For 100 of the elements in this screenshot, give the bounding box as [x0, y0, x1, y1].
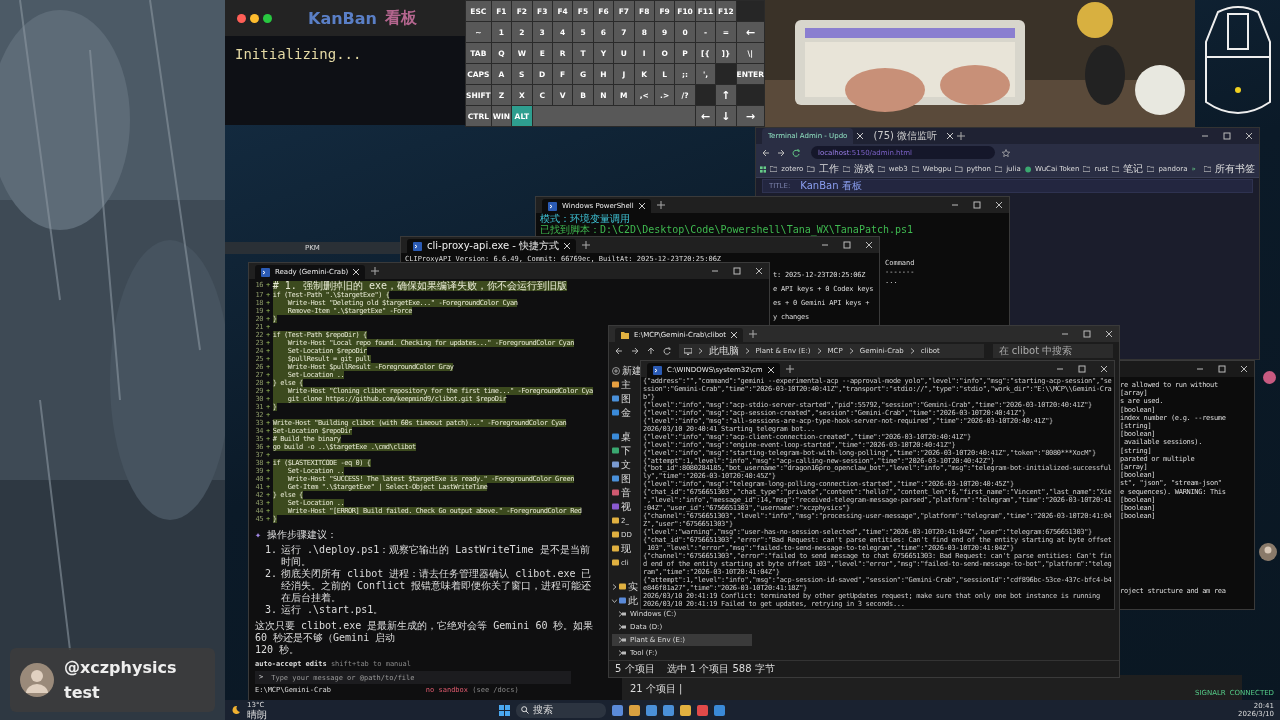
taskbar-search[interactable]: 搜索 [516, 702, 606, 718]
key[interactable]: ↓ [716, 106, 736, 126]
maximize-icon[interactable] [1078, 365, 1086, 373]
sidebar-item[interactable]: 下 [621, 443, 631, 458]
up-icon[interactable] [646, 347, 655, 355]
close-icon[interactable] [731, 332, 738, 338]
sidebar-item[interactable]: 此 [628, 593, 638, 608]
close-icon[interactable] [865, 241, 873, 249]
window-title: 看板 [384, 7, 417, 29]
sidebar-item[interactable]: 视 [621, 499, 631, 514]
sidebar-item[interactable]: 图 [621, 391, 631, 406]
minimize-icon[interactable] [951, 201, 959, 209]
music-icon [612, 489, 619, 496]
app-icon[interactable] [663, 704, 674, 716]
sidebar-item[interactable]: 主 [621, 377, 631, 392]
minimize-icon[interactable] [711, 267, 719, 275]
minimize-icon[interactable] [1196, 365, 1204, 373]
reload-icon[interactable] [662, 347, 671, 355]
desktop-icon [612, 433, 619, 440]
blank-key [695, 85, 716, 105]
new-tab-icon[interactable] [371, 267, 380, 275]
expand-icon[interactable] [612, 583, 617, 590]
sidebar-item[interactable]: 实 [628, 579, 638, 594]
close-icon[interactable] [857, 133, 864, 139]
app-icon[interactable] [612, 704, 623, 716]
minimize-icon[interactable] [1056, 365, 1064, 373]
new-tab-icon[interactable] [785, 365, 794, 373]
sidebar-item[interactable]: 现 [621, 541, 631, 556]
back-icon[interactable] [762, 148, 770, 157]
key[interactable]: → [736, 106, 764, 126]
new-tab-icon[interactable] [582, 241, 591, 249]
folder-icon [911, 166, 919, 172]
close-dot[interactable] [237, 13, 246, 23]
minimize-icon[interactable] [1061, 330, 1069, 338]
avatar-icon[interactable] [1259, 543, 1277, 561]
bookmark[interactable]: 所有书签 [1215, 162, 1255, 176]
close-icon[interactable] [353, 269, 360, 275]
close-icon[interactable] [564, 243, 571, 249]
terminal-icon [413, 241, 422, 251]
app-icon[interactable] [629, 704, 640, 716]
browser-tab[interactable]: (75) 微信监听 [867, 128, 944, 144]
search-field[interactable]: 在 clibot 中搜索 [992, 344, 1113, 358]
close-icon[interactable] [767, 367, 774, 373]
breadcrumb-item[interactable]: 此电脑 [708, 344, 739, 358]
reload-icon[interactable] [792, 148, 800, 157]
maximize-icon[interactable] [733, 267, 741, 275]
status-text: 5 个项目 [615, 662, 655, 676]
forward-icon[interactable] [630, 347, 639, 355]
globe-icon [1024, 165, 1031, 173]
maximize-icon[interactable] [1223, 132, 1231, 140]
close-icon[interactable] [1240, 365, 1248, 373]
bookmark[interactable]: 工作 [818, 162, 839, 176]
expand-icon[interactable] [611, 598, 618, 603]
bookmark[interactable]: 游戏 [853, 162, 874, 176]
maximize-icon[interactable] [1083, 330, 1091, 338]
forward-icon[interactable] [777, 148, 785, 157]
close-icon[interactable] [1100, 365, 1108, 373]
close-icon[interactable] [755, 267, 763, 275]
minimize-icon[interactable] [1201, 132, 1209, 140]
sidebar-item[interactable]: 桌 [621, 429, 631, 444]
sidebar-item[interactable]: 文 [621, 457, 631, 472]
app-icon[interactable] [1263, 371, 1276, 384]
new-tab-icon[interactable] [656, 201, 665, 209]
close-icon[interactable] [638, 203, 645, 209]
start-icon[interactable] [499, 704, 510, 716]
app-icon[interactable] [697, 704, 708, 716]
key[interactable]: ← [736, 22, 764, 42]
app-icon[interactable] [714, 704, 725, 716]
close-icon[interactable] [995, 201, 1003, 209]
paragraph-line: 这次只要 clibot.exe 是最新生成的，它绝对会等 Gemini 60 秒。如果 60 秒还是不够（Gemini 启动 [255, 620, 595, 644]
terminal-line: 模式：环境变量调用 [539, 213, 631, 224]
key[interactable]: ← [695, 106, 716, 126]
new-tab-icon[interactable] [957, 132, 966, 140]
key[interactable]: ↑ [716, 85, 736, 105]
video-icon [612, 503, 619, 510]
maximize-icon[interactable] [843, 241, 851, 249]
sidebar-item[interactable]: 音 [621, 485, 631, 500]
maximize-icon[interactable] [1218, 365, 1226, 373]
minimize-dot[interactable] [250, 13, 259, 23]
close-icon[interactable] [1245, 132, 1253, 140]
star-icon[interactable] [1002, 148, 1010, 157]
moon-icon[interactable] [231, 705, 241, 715]
list-item: 彻底关闭所有 clibot 进程：请去任务管理器确认 clibot.exe 已经消失。之前的 Conflict 报错意味着即便你关了窗口，进程可能还在后台挂着。 [281, 568, 593, 604]
maximize-icon[interactable] [973, 201, 981, 209]
bookmark[interactable]: 笔记 [1123, 162, 1144, 176]
sidebar-item[interactable]: 金 [621, 405, 631, 420]
app-icon[interactable] [680, 704, 691, 716]
pc-icon [619, 597, 626, 604]
maximize-dot[interactable] [263, 13, 272, 23]
sidebar-item[interactable]: 图 [621, 471, 631, 486]
minimize-icon[interactable] [821, 241, 829, 249]
doc-icon [612, 461, 619, 468]
new-tab-icon[interactable] [749, 330, 758, 338]
apps-icon[interactable] [760, 165, 767, 173]
close-icon[interactable] [1105, 330, 1113, 338]
app-icon[interactable] [646, 704, 657, 716]
close-icon[interactable] [947, 133, 954, 139]
back-icon[interactable] [615, 347, 623, 355]
folder-icon [877, 166, 885, 172]
download-icon [612, 447, 619, 454]
